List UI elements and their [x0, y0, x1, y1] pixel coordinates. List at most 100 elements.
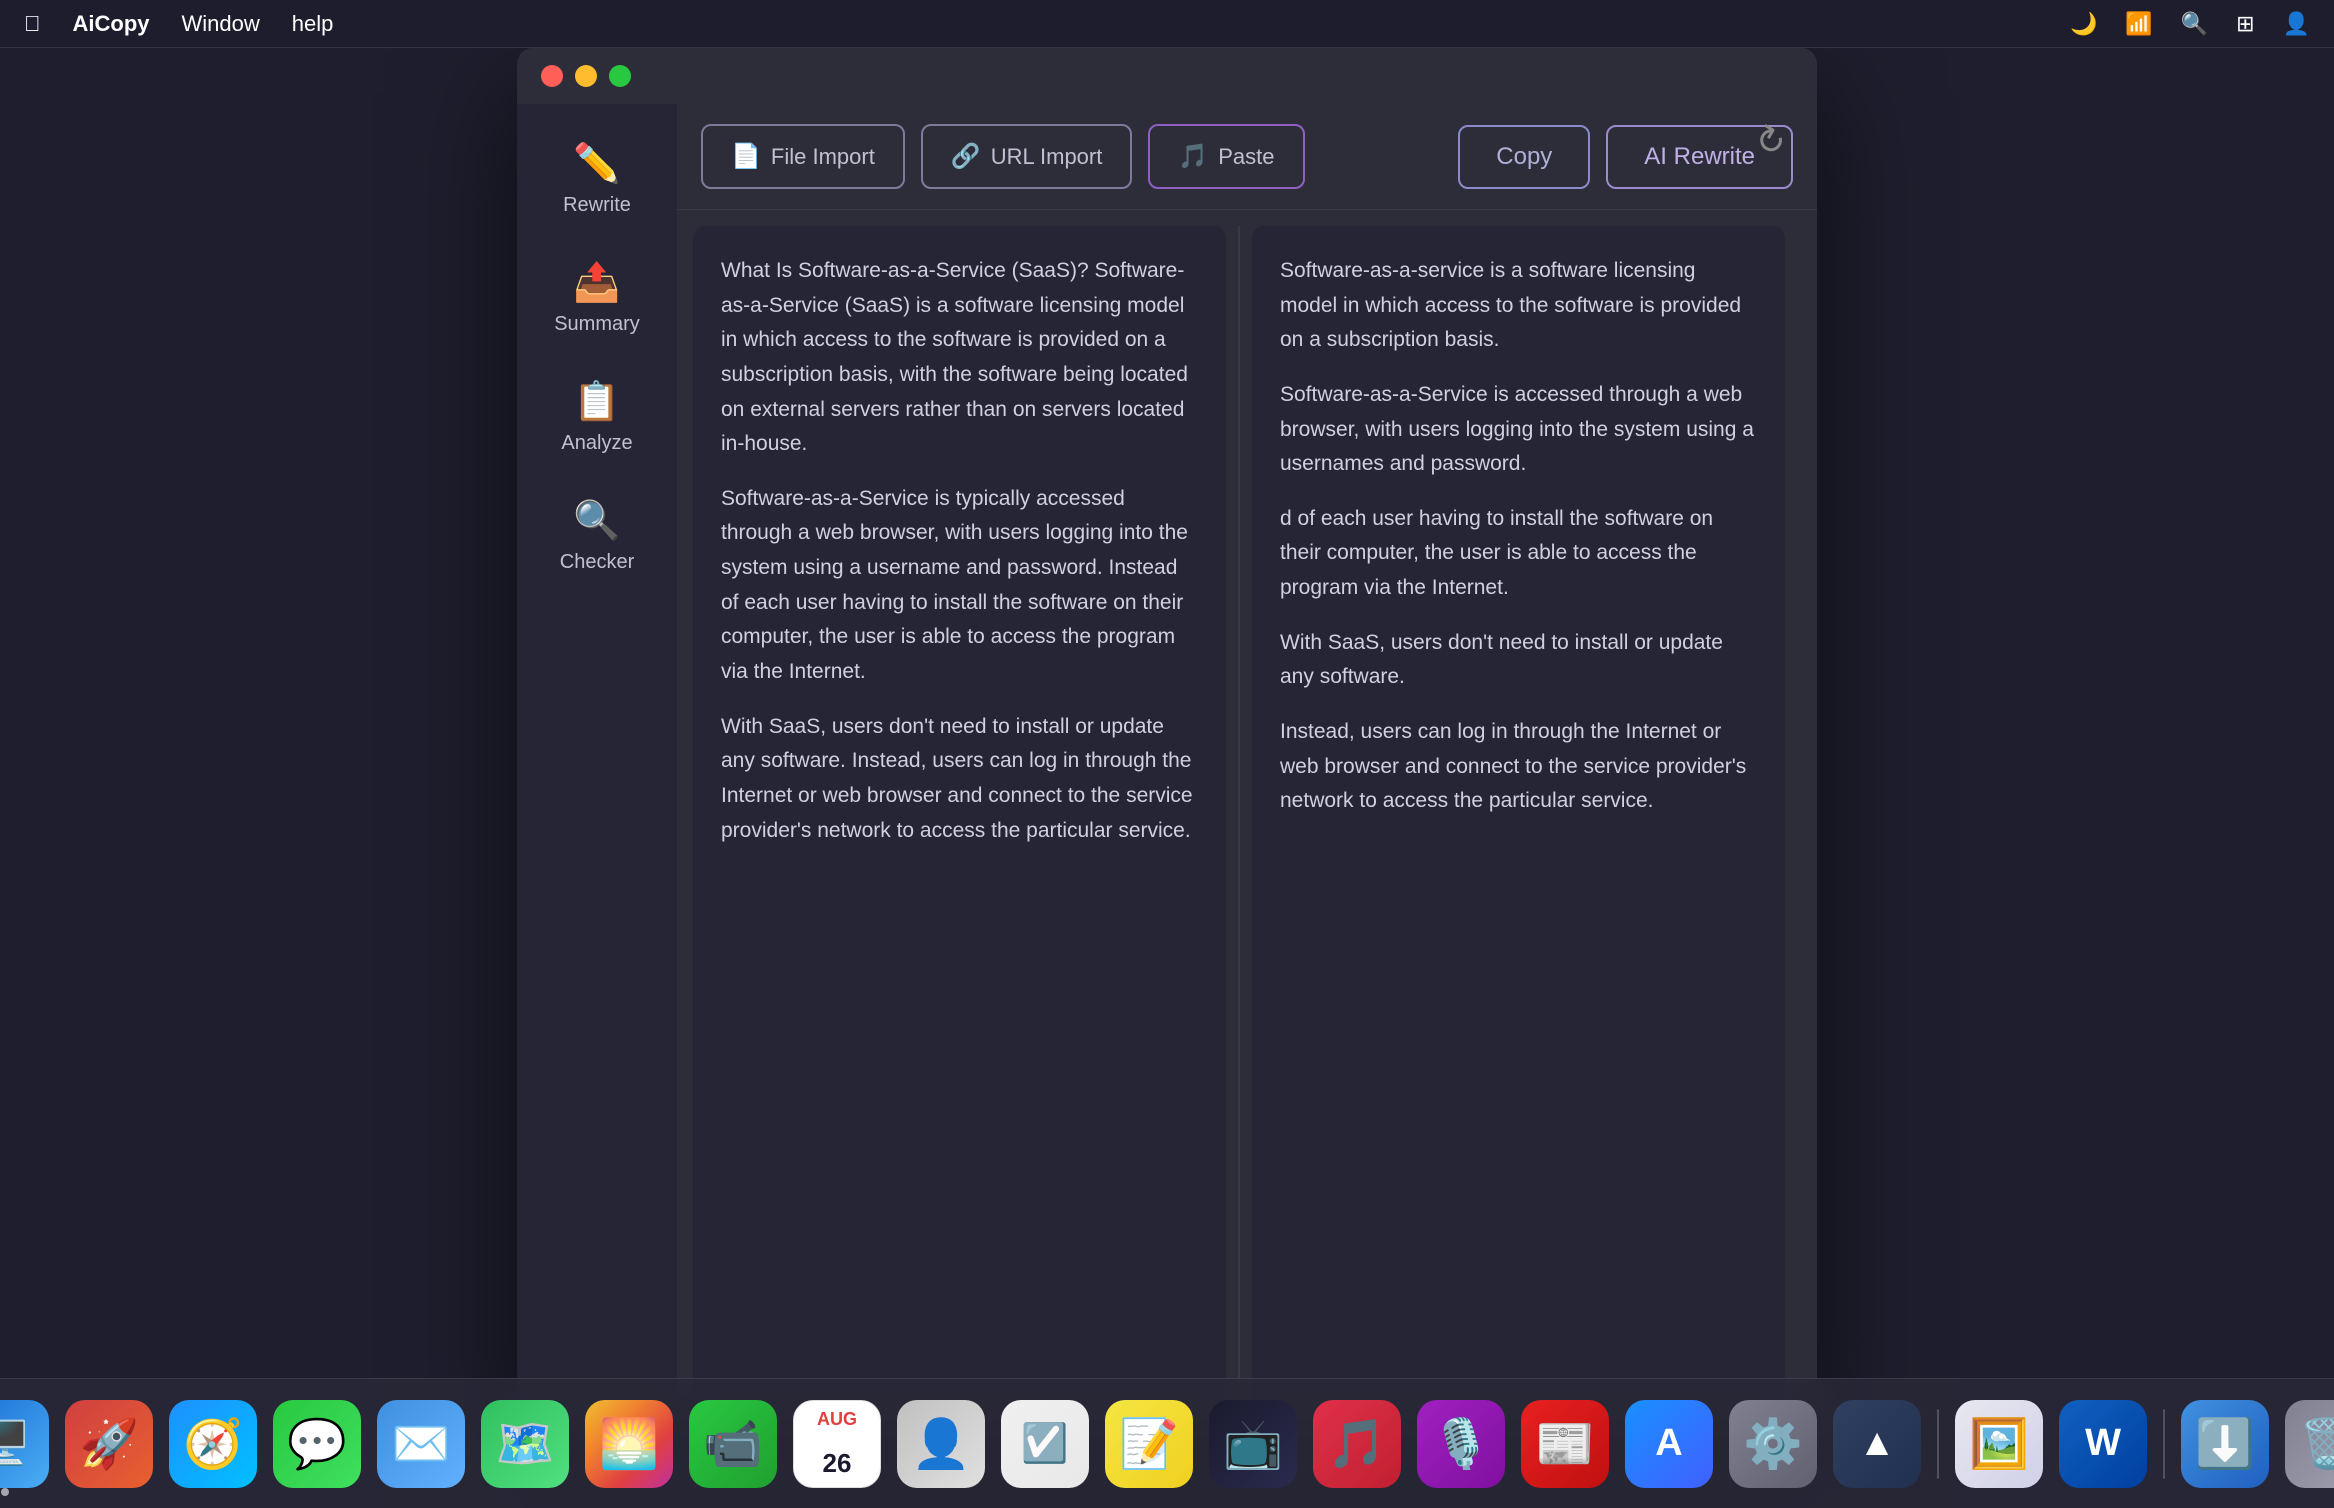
- finder-dot: [1, 1488, 9, 1496]
- dock-preview[interactable]: 🖼️: [1955, 1400, 2043, 1488]
- dock-news[interactable]: 📰: [1521, 1400, 1609, 1488]
- app-body: ✏️ Rewrite 📤 Summary 📋 Analyze 🔍 Checker…: [517, 104, 1817, 1428]
- toolbar: 📄 File Import 🔗 URL Import 🎵 Paste Copy …: [677, 104, 1817, 210]
- analyze-icon: 📋: [573, 380, 620, 424]
- panel-divider: [1238, 226, 1240, 1412]
- contacts-icon: 👤: [911, 1415, 971, 1472]
- facetime-icon: 📹: [703, 1415, 763, 1472]
- dock-safari[interactable]: 🧭: [169, 1400, 257, 1488]
- menu-window[interactable]: Window: [182, 11, 260, 37]
- sidebar-item-checker[interactable]: 🔍 Checker: [517, 483, 677, 590]
- app-name[interactable]: AiCopy: [73, 11, 150, 37]
- minimize-button[interactable]: [575, 65, 597, 87]
- music-icon: 🎵: [1327, 1415, 1387, 1472]
- dock-contacts[interactable]: 👤: [897, 1400, 985, 1488]
- left-text-panel[interactable]: What Is Software-as-a-Service (SaaS)? So…: [693, 226, 1226, 1412]
- dock-separator: [1937, 1409, 1939, 1479]
- app-window: ✏️ Rewrite 📤 Summary 📋 Analyze 🔍 Checker…: [517, 48, 1817, 1428]
- right-paragraph-2: Software-as-a-Service is accessed throug…: [1280, 378, 1757, 482]
- dock: 🖥️ 🚀 🧭 💬 ✉️ 🗺️ 🌅 📹 AUG 26 👤 ☑️ 📝 📺 🎵 🎙️: [0, 1378, 2334, 1508]
- maps-icon: 🗺️: [495, 1415, 555, 1472]
- dock-appstore[interactable]: A: [1625, 1400, 1713, 1488]
- sidebar-label-rewrite: Rewrite: [563, 194, 631, 217]
- paste-icon: 🎵: [1178, 142, 1208, 171]
- summary-icon: 📤: [573, 261, 620, 305]
- right-text-panel[interactable]: Software-as-a-service is a software lice…: [1252, 226, 1785, 1412]
- menubar-right: 🌙 📶 🔍 ⊞ 👤: [2070, 11, 2310, 37]
- calendar-month-label: AUG: [817, 1409, 857, 1430]
- dock-trash[interactable]: 🗑️: [2285, 1400, 2334, 1488]
- launchpad-icon: 🚀: [79, 1415, 139, 1472]
- search-icon[interactable]: 🔍: [2181, 11, 2208, 37]
- downloads-icon: ⬇️: [2195, 1415, 2255, 1472]
- dock-music[interactable]: 🎵: [1313, 1400, 1401, 1488]
- dock-finder[interactable]: 🖥️: [0, 1400, 49, 1488]
- sidebar: ✏️ Rewrite 📤 Summary 📋 Analyze 🔍 Checker: [517, 104, 677, 1428]
- moon-icon: 🌙: [2070, 11, 2097, 37]
- main-content: 📄 File Import 🔗 URL Import 🎵 Paste Copy …: [677, 104, 1817, 1428]
- file-import-button[interactable]: 📄 File Import: [701, 124, 905, 189]
- dock-camo[interactable]: ▲: [1833, 1400, 1921, 1488]
- dock-maps[interactable]: 🗺️: [481, 1400, 569, 1488]
- url-import-button[interactable]: 🔗 URL Import: [921, 124, 1133, 189]
- dock-facetime[interactable]: 📹: [689, 1400, 777, 1488]
- dock-system-prefs[interactable]: ⚙️: [1729, 1400, 1817, 1488]
- paste-button[interactable]: 🎵 Paste: [1148, 124, 1304, 189]
- calendar-date-label: 26: [823, 1448, 852, 1479]
- news-icon: 📰: [1535, 1415, 1595, 1472]
- sidebar-item-rewrite[interactable]: ✏️ Rewrite: [517, 126, 677, 233]
- title-bar: [517, 48, 1817, 104]
- tv-icon: 📺: [1223, 1415, 1283, 1472]
- camo-icon: ▲: [1858, 1422, 1896, 1465]
- messages-icon: 💬: [287, 1415, 347, 1472]
- close-button[interactable]: [541, 65, 563, 87]
- control-center-icon[interactable]: ⊞: [2236, 11, 2254, 37]
- photos-icon: 🌅: [599, 1415, 659, 1472]
- menu-help[interactable]: help: [292, 11, 334, 37]
- dock-separator-2: [2163, 1409, 2165, 1479]
- left-paragraph-3: With SaaS, users don't need to install o…: [721, 710, 1198, 849]
- left-paragraph-1: What Is Software-as-a-Service (SaaS)? So…: [721, 254, 1198, 462]
- sidebar-label-analyze: Analyze: [561, 432, 632, 455]
- right-paragraph-4: With SaaS, users don't need to install o…: [1280, 626, 1757, 695]
- preview-icon: 🖼️: [1969, 1415, 2029, 1472]
- trash-icon: 🗑️: [2299, 1415, 2334, 1472]
- url-import-label: URL Import: [991, 144, 1103, 170]
- dock-messages[interactable]: 💬: [273, 1400, 361, 1488]
- sidebar-item-analyze[interactable]: 📋 Analyze: [517, 364, 677, 471]
- right-paragraph-5: Instead, users can log in through the In…: [1280, 715, 1757, 819]
- system-prefs-icon: ⚙️: [1743, 1415, 1803, 1472]
- apple-menu[interactable]: : [24, 11, 41, 37]
- sidebar-label-checker: Checker: [560, 551, 634, 574]
- dock-photos[interactable]: 🌅: [585, 1400, 673, 1488]
- paste-label: Paste: [1218, 144, 1274, 170]
- sidebar-item-summary[interactable]: 📤 Summary: [517, 245, 677, 352]
- notes-icon: 📝: [1119, 1415, 1179, 1472]
- panels-area: What Is Software-as-a-Service (SaaS)? So…: [677, 210, 1817, 1428]
- left-paragraph-2: Software-as-a-Service is typically acces…: [721, 482, 1198, 690]
- dock-tv[interactable]: 📺: [1209, 1400, 1297, 1488]
- dock-launchpad[interactable]: 🚀: [65, 1400, 153, 1488]
- wifi-icon: 📶: [2125, 11, 2152, 37]
- file-import-label: File Import: [771, 144, 875, 170]
- checker-icon: 🔍: [573, 499, 620, 543]
- dock-podcasts[interactable]: 🎙️: [1417, 1400, 1505, 1488]
- link-icon: 🔗: [951, 142, 981, 171]
- podcasts-icon: 🎙️: [1431, 1415, 1491, 1472]
- menubar:  AiCopy Window help 🌙 📶 🔍 ⊞ 👤: [0, 0, 2334, 48]
- dock-downloads[interactable]: ⬇️: [2181, 1400, 2269, 1488]
- dock-notes[interactable]: 📝: [1105, 1400, 1193, 1488]
- maximize-button[interactable]: [609, 65, 631, 87]
- traffic-lights: [541, 65, 631, 87]
- user-icon: 👤: [2283, 11, 2310, 37]
- mail-icon: ✉️: [391, 1415, 451, 1472]
- reminders-icon: ☑️: [1021, 1422, 1068, 1466]
- dock-mail[interactable]: ✉️: [377, 1400, 465, 1488]
- dock-reminders[interactable]: ☑️: [1001, 1400, 1089, 1488]
- dock-calendar[interactable]: AUG 26: [793, 1400, 881, 1488]
- file-icon: 📄: [731, 142, 761, 171]
- webex-icon: W: [2085, 1422, 2121, 1465]
- safari-icon: 🧭: [183, 1415, 243, 1472]
- dock-webex[interactable]: W: [2059, 1400, 2147, 1488]
- copy-button[interactable]: Copy: [1458, 125, 1590, 189]
